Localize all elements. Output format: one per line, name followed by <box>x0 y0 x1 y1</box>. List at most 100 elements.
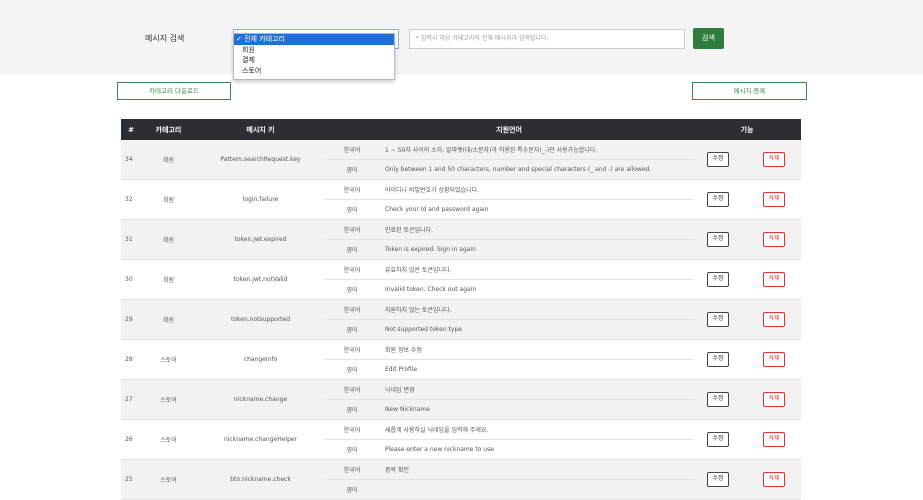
dropdown-option-all[interactable]: ✓ 전체 카테고리 <box>234 34 394 45</box>
row-actions: 수정 삭제 <box>693 339 802 380</box>
row-text-ko: 1 ~ 50자 사이의 소자, 알파벳(대/소문자)과 허용된 특수문자(_-)… <box>379 140 694 160</box>
message-table: # 카테고리 메시지 키 지원언어 기능 34 회원 Pattern.searchR… <box>121 119 802 500</box>
row-num: 34 <box>121 140 141 180</box>
row-text-en: Token is expired. Sign in again <box>379 239 694 260</box>
row-actions: 수정 삭제 <box>693 179 802 220</box>
delete-button[interactable]: 삭제 <box>763 152 786 167</box>
row-lang-ko: 한국어 <box>325 219 379 240</box>
table-header-row: # 카테고리 메시지 키 지원언어 기능 <box>121 119 802 140</box>
search-bar: 메시지 검색 ✓ 전체 카테고리 회원 결제 스토어 * 입력시 하당 카테고리… <box>0 0 923 80</box>
search-label: 메시지 검색 <box>145 34 185 43</box>
dropdown-option-store[interactable]: 스토어 <box>234 66 394 77</box>
row-actions: 수정 삭제 <box>693 219 802 260</box>
delete-button[interactable]: 삭제 <box>763 432 786 447</box>
category-dropdown-list: ✓ 전체 카테고리 회원 결제 스토어 <box>233 33 395 80</box>
row-lang-en: 영어 <box>325 199 379 220</box>
row-text-en: Not supported token type <box>379 319 694 340</box>
row-lang-ko: 한국어 <box>325 419 379 440</box>
row-text-en: Check your Id and password again <box>379 199 694 220</box>
row-num: 26 <box>121 419 141 460</box>
row-num: 30 <box>121 259 141 300</box>
table-row: 25 스토어 btn.nickname.check 한국어 중복 확인 수정 삭제 <box>121 459 802 500</box>
row-text-en: Edit Profile <box>379 359 694 380</box>
row-actions: 수정 삭제 <box>693 419 802 460</box>
row-key: login.failure <box>196 179 325 220</box>
row-num: 32 <box>121 179 141 220</box>
header-num: # <box>121 119 141 140</box>
edit-button[interactable]: 수정 <box>707 192 730 207</box>
edit-button[interactable]: 수정 <box>707 272 730 287</box>
row-key: token.jwt.notValid <box>196 259 325 300</box>
row-text-en: Invalid token. Check out again <box>379 279 694 300</box>
row-actions: 수정 삭제 <box>693 299 802 340</box>
row-lang-en: 영어 <box>325 399 379 420</box>
row-text-ko: 지원하지 않는 토큰입니다. <box>379 299 694 320</box>
row-text-ko: 아이디나 비밀번호가 상황되었습니다. <box>379 179 694 200</box>
row-num: 31 <box>121 219 141 260</box>
row-text-en: Only between 1 and 50 characters, number… <box>379 159 694 180</box>
delete-button[interactable]: 삭제 <box>763 472 786 487</box>
header-category: 카테고리 <box>141 119 196 140</box>
row-lang-en: 영어 <box>325 359 379 380</box>
row-category: 회원 <box>141 179 196 220</box>
row-lang-en: 영어 <box>325 279 379 300</box>
table-row: 29 회원 token.notsupported 한국어 지원하지 않는 토큰입니다. 수… <box>121 299 802 340</box>
row-lang-en: 영어 <box>325 239 379 260</box>
delete-button[interactable]: 삭제 <box>763 312 786 327</box>
table-row: 31 회원 token.jwt.expired 한국어 만료된 토큰입니다. 수정 삭제 <box>121 219 802 260</box>
edit-button[interactable]: 수정 <box>707 432 730 447</box>
edit-button[interactable]: 수정 <box>707 232 730 247</box>
row-category: 스토어 <box>141 419 196 460</box>
row-num: 27 <box>121 379 141 420</box>
row-actions: 수정 삭제 <box>693 459 802 500</box>
delete-button[interactable]: 삭제 <box>763 232 786 247</box>
delete-button[interactable]: 삭제 <box>763 392 786 407</box>
header-key: 메시지 키 <box>196 119 325 140</box>
row-text-ko: 새롭게 사용하실 닉네임을 입력해 주세요. <box>379 419 694 440</box>
row-lang-ko: 한국어 <box>325 299 379 320</box>
row-text-ko: 중복 확인 <box>379 459 694 480</box>
row-lang-en: 영어 <box>325 159 379 180</box>
table-row: 28 스토어 changeinfo 한국어 회원 정보 수정 수정 삭제 <box>121 339 802 380</box>
row-num: 29 <box>121 299 141 340</box>
delete-button[interactable]: 삭제 <box>763 272 786 287</box>
row-text-ko: 만료된 토큰입니다. <box>379 219 694 240</box>
delete-button[interactable]: 삭제 <box>763 192 786 207</box>
row-lang-ko: 한국어 <box>325 259 379 280</box>
row-lang-en: 영어 <box>325 439 379 460</box>
edit-button[interactable]: 수정 <box>707 312 730 327</box>
row-category: 스토어 <box>141 379 196 420</box>
message-search-input[interactable]: * 입력시 하당 카테고리의 전체 메시지가 검색됩니다. <box>409 29 685 49</box>
dropdown-option-payment[interactable]: 결제 <box>234 55 394 66</box>
header-languages: 지원언어 <box>325 119 694 140</box>
search-button[interactable]: 검색 <box>693 28 724 49</box>
row-num: 28 <box>121 339 141 380</box>
row-key: nickname.change <box>196 379 325 420</box>
edit-button[interactable]: 수정 <box>707 152 730 167</box>
table-row: 26 스토어 nickname.changeHelper 한국어 새롭게 사용하실 닉네… <box>121 419 802 460</box>
delete-button[interactable]: 삭제 <box>763 352 786 367</box>
row-key: btn.nickname.check <box>196 459 325 500</box>
edit-button[interactable]: 수정 <box>707 352 730 367</box>
edit-button[interactable]: 수정 <box>707 472 730 487</box>
row-key: changeinfo <box>196 339 325 380</box>
table-row: 30 회원 token.jwt.notValid 한국어 유효하지 않은 토큰입니다. 수… <box>121 259 802 300</box>
row-num: 25 <box>121 459 141 500</box>
dropdown-option-member[interactable]: 회원 <box>234 45 394 56</box>
row-category: 회원 <box>141 299 196 340</box>
row-category: 스토어 <box>141 339 196 380</box>
row-text-en: Please enter a new nickname to use <box>379 439 694 460</box>
row-lang-ko: 한국어 <box>325 459 379 480</box>
table-row: 34 회원 Pattern.searchRequest.key 한국어 1 ~ 50자 … <box>121 140 802 180</box>
row-text-en <box>379 479 694 500</box>
row-actions: 수정 삭제 <box>693 140 802 180</box>
category-download-button[interactable]: 카테고리 다운로드 <box>117 82 231 100</box>
table-row: 27 스토어 nickname.change 한국어 닉네임 변경 수정 삭제 <box>121 379 802 420</box>
row-category: 회원 <box>141 219 196 260</box>
row-text-en: New Nickname <box>379 399 694 420</box>
edit-button[interactable]: 수정 <box>707 392 730 407</box>
row-lang-ko: 한국어 <box>325 379 379 400</box>
row-key: Pattern.searchRequest.key <box>196 140 325 180</box>
row-actions: 수정 삭제 <box>693 259 802 300</box>
message-register-button[interactable]: 메시지 등록 <box>692 82 807 100</box>
